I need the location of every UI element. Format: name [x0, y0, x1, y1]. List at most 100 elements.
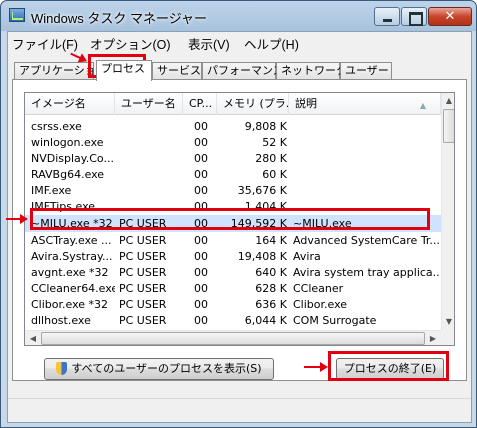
- cell-description: [293, 182, 439, 199]
- cell-cpu: 00: [194, 234, 208, 247]
- cell-memory: 52 K: [262, 136, 287, 149]
- cell-memory: 640 K: [255, 266, 287, 279]
- scroll-up-icon[interactable]: ▲: [443, 94, 454, 108]
- col-cpu[interactable]: CP...: [183, 93, 217, 115]
- cell-cpu: 00: [194, 136, 208, 149]
- table-row[interactable]: ASCTray.exe ... PC USER 00 164 K Advance…: [25, 232, 441, 249]
- table-row[interactable]: RAVBg64.exe 00 60 K: [25, 166, 441, 183]
- cell-description: Avira: [293, 250, 321, 263]
- table-row[interactable]: CCleaner64.exe PC USER 00 628 K CCleaner: [25, 280, 441, 297]
- table-row[interactable]: dllhost.exe PC USER 00 6,044 K COM Surro…: [25, 312, 441, 329]
- horizontal-scrollbar[interactable]: ◀ ▶: [25, 330, 441, 345]
- status-bar: [8, 398, 471, 422]
- cell-user: PC USER: [119, 250, 167, 263]
- cell-user: [119, 134, 183, 151]
- title-bar[interactable]: Windows タスク マネージャー ✕: [1, 1, 476, 31]
- annotation-arrow-end-process: [304, 362, 328, 372]
- col-memory[interactable]: メモリ (プラ...: [217, 93, 289, 115]
- menu-file[interactable]: ファイル(F): [12, 34, 78, 53]
- show-all-users-label: すべてのユーザーのプロセスを表示(S): [71, 362, 262, 375]
- menu-help[interactable]: ヘルプ(H): [244, 34, 299, 53]
- vertical-scrollbar[interactable]: ▲ ▼: [441, 93, 454, 330]
- cell-user: PC USER: [119, 314, 167, 327]
- table-row[interactable]: avgnt.exe *32 PC USER 00 640 K Avira sys…: [25, 264, 441, 281]
- cell-image: CCleaner64.exe: [31, 282, 115, 295]
- tab-performance[interactable]: パフォーマンス: [202, 62, 284, 80]
- table-row[interactable]: csrss.exe 00 9,808 K: [25, 118, 441, 135]
- menu-options[interactable]: オプション(O): [90, 34, 171, 53]
- cell-user: PC USER: [119, 266, 167, 279]
- annotation-arrow-row: [6, 214, 28, 224]
- uac-shield-icon: [56, 362, 68, 375]
- tab-network[interactable]: ネットワーク: [276, 62, 347, 80]
- cell-description: COM Surrogate: [293, 314, 377, 327]
- sort-up-icon: ▲: [419, 101, 426, 110]
- cell-user: [119, 150, 183, 167]
- cell-description: [293, 134, 439, 151]
- col-user-name[interactable]: ユーザー名: [115, 93, 183, 115]
- cell-memory: 628 K: [255, 282, 287, 295]
- table-row[interactable]: Clibor.exe *32 PC USER 00 636 K Clibor.e…: [25, 296, 441, 313]
- cell-memory: 9,808 K: [244, 120, 287, 133]
- cell-user: PC USER: [119, 282, 167, 295]
- cell-description: CCleaner: [293, 282, 344, 295]
- cell-cpu: 00: [194, 250, 208, 263]
- table-row[interactable]: NVDisplay.Co... 00 280 K: [25, 150, 441, 167]
- cell-image: Clibor.exe *32: [31, 298, 109, 311]
- cell-user: PC USER: [119, 234, 167, 247]
- cell-cpu: 00: [194, 298, 208, 311]
- tab-processes[interactable]: プロセス: [96, 60, 152, 81]
- cell-memory: 19,408 K: [237, 250, 287, 263]
- show-all-users-button[interactable]: すべてのユーザーのプロセスを表示(S): [44, 358, 274, 380]
- tab-users[interactable]: ユーザー: [340, 62, 392, 80]
- col-image-name[interactable]: イメージ名: [25, 93, 115, 115]
- maximize-button[interactable]: [401, 7, 427, 26]
- table-row[interactable]: IMF.exe 00 35,676 K: [25, 182, 441, 199]
- cell-description: Avira system tray applica...: [293, 266, 439, 279]
- cell-image: winlogon.exe: [31, 136, 104, 149]
- cell-cpu: 00: [194, 152, 208, 165]
- cell-cpu: 00: [194, 266, 208, 279]
- cell-description: [293, 118, 439, 135]
- menu-view[interactable]: 表示(V): [188, 34, 230, 53]
- cell-description: [293, 150, 439, 167]
- cell-user: PC USER: [119, 298, 167, 311]
- scrollbar-corner: [441, 330, 454, 345]
- cell-image: Avira.Systray...: [31, 250, 113, 263]
- cell-memory: 60 K: [262, 168, 287, 181]
- window-title: Windows タスク マネージャー: [31, 11, 208, 26]
- cell-image: NVDisplay.Co...: [31, 152, 114, 165]
- cell-description: Advanced SystemCare Tr...: [293, 234, 439, 247]
- minimize-button[interactable]: [374, 7, 400, 26]
- scroll-right-icon[interactable]: ▶: [426, 332, 440, 345]
- table-row[interactable]: winlogon.exe 00 52 K: [25, 134, 441, 151]
- cell-cpu: 00: [194, 120, 208, 133]
- cell-user: [119, 118, 183, 135]
- cell-user: [119, 166, 183, 183]
- table-row[interactable]: Avira.Systray... PC USER 00 19,408 K Avi…: [25, 248, 441, 265]
- cell-image: RAVBg64.exe: [31, 168, 105, 181]
- cell-cpu: 00: [194, 282, 208, 295]
- cell-image: avgnt.exe *32: [31, 266, 109, 279]
- column-header-row: イメージ名 ユーザー名 CP... メモリ (プラ... 説明 ▲: [25, 93, 441, 115]
- cell-description: Clibor.exe: [293, 298, 348, 311]
- task-manager-icon: [9, 8, 25, 22]
- cell-image: ASCTray.exe ...: [31, 234, 112, 247]
- cell-memory: 636 K: [255, 298, 287, 311]
- annotation-box-selected-row: [30, 208, 430, 230]
- scroll-left-icon[interactable]: ◀: [26, 332, 40, 345]
- cell-description: [293, 166, 439, 183]
- cell-memory: 164 K: [255, 234, 287, 247]
- cell-cpu: 00: [194, 184, 208, 197]
- horizontal-scroll-thumb[interactable]: [41, 332, 425, 345]
- vertical-scroll-thumb[interactable]: [443, 109, 454, 143]
- tab-services[interactable]: サービス: [152, 62, 202, 80]
- col-description[interactable]: 説明 ▲: [289, 93, 441, 115]
- col-description-label: 説明: [295, 97, 317, 110]
- scroll-down-icon[interactable]: ▼: [443, 315, 454, 329]
- cell-memory: 6,044 K: [244, 314, 287, 327]
- close-icon: ✕: [444, 9, 456, 24]
- cell-memory: 280 K: [255, 152, 287, 165]
- close-button[interactable]: ✕: [428, 7, 472, 26]
- cell-cpu: 00: [194, 314, 208, 327]
